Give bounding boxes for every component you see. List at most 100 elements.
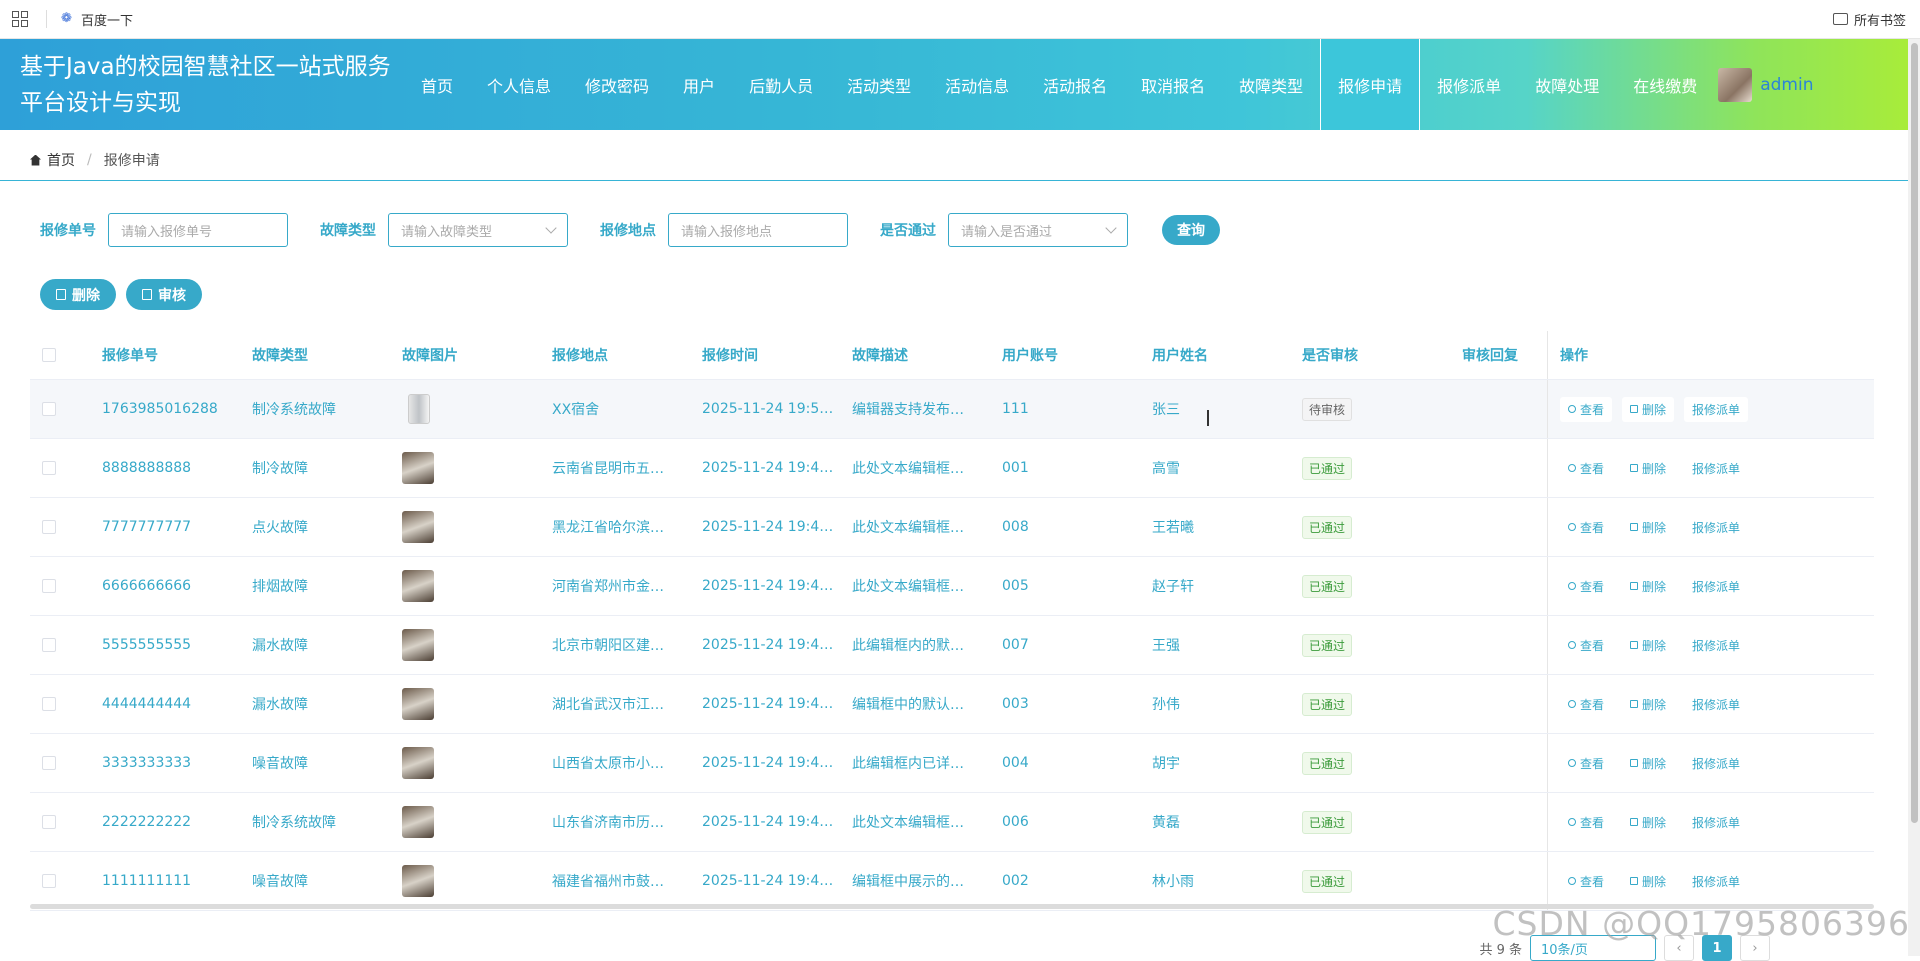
header-account: 用户账号 bbox=[1002, 348, 1058, 364]
fault-image[interactable] bbox=[402, 511, 434, 543]
dispatch-button[interactable]: 报修派单 bbox=[1684, 456, 1748, 481]
row-delete-button[interactable]: 删除 bbox=[1622, 396, 1675, 422]
row-checkbox[interactable] bbox=[42, 461, 56, 475]
table-row[interactable]: 2222222222 制冷系统故障 山东省济南市历… 2025-11-24 19:46… bbox=[30, 793, 1874, 852]
row-delete-button[interactable]: 删除 bbox=[1622, 692, 1674, 717]
dispatch-button[interactable]: 报修派单 bbox=[1684, 692, 1748, 717]
fault-image[interactable] bbox=[402, 452, 434, 484]
view-button[interactable]: 查看 bbox=[1560, 869, 1612, 894]
home-icon bbox=[30, 154, 41, 166]
nav-item[interactable]: 报修申请 bbox=[1320, 39, 1421, 130]
row-delete-button[interactable]: 删除 bbox=[1622, 456, 1674, 481]
cell-name: 王强 bbox=[1152, 638, 1180, 654]
table-row[interactable]: 5555555555 漏水故障 北京市朝阳区建… 2025-11-24 19:46:…… bbox=[30, 616, 1874, 675]
row-delete-button[interactable]: 删除 bbox=[1622, 810, 1674, 835]
nav-item[interactable]: 活动信息 bbox=[928, 39, 1026, 130]
fault-image[interactable] bbox=[402, 629, 434, 661]
dispatch-button[interactable]: 报修派单 bbox=[1684, 751, 1748, 776]
table-row[interactable]: 3333333333 噪音故障 山西省太原市小… 2025-11-24 19:46:…… bbox=[30, 734, 1874, 793]
table-row[interactable]: 1111111111 噪音故障 福建省福州市鼓… 2025-11-24 19:46:…… bbox=[30, 852, 1874, 911]
view-button[interactable]: 查看 bbox=[1560, 751, 1612, 776]
nav-item[interactable]: 后勤人员 bbox=[732, 39, 830, 130]
cell-account: 002 bbox=[1002, 873, 1029, 889]
nav-item[interactable]: 故障类型 bbox=[1222, 39, 1320, 130]
view-button[interactable]: 查看 bbox=[1560, 396, 1613, 422]
nav-item[interactable]: 个人信息 bbox=[470, 39, 568, 130]
view-button[interactable]: 查看 bbox=[1560, 810, 1612, 835]
row-delete-button[interactable]: 删除 bbox=[1622, 869, 1674, 894]
view-button[interactable]: 查看 bbox=[1560, 633, 1612, 658]
apps-grid-icon[interactable] bbox=[12, 11, 28, 27]
row-delete-button[interactable]: 删除 bbox=[1622, 515, 1674, 540]
dispatch-button[interactable]: 报修派单 bbox=[1684, 574, 1748, 599]
select-all-checkbox[interactable] bbox=[42, 348, 56, 362]
watermark: CSDN @QQ1795806396 bbox=[1492, 904, 1910, 943]
table-row[interactable]: 1763985016288 制冷系统故障 XX宿舍 2025-11-24 19:50:… bbox=[30, 380, 1874, 439]
nav-item[interactable]: 故障处理 bbox=[1518, 39, 1616, 130]
view-button[interactable]: 查看 bbox=[1560, 515, 1612, 540]
nav-item[interactable]: 取消报名 bbox=[1124, 39, 1222, 130]
fault-image[interactable] bbox=[402, 747, 434, 779]
audit-button[interactable]: 审核 bbox=[126, 279, 202, 310]
dispatch-button[interactable]: 报修派单 bbox=[1684, 869, 1748, 894]
divider bbox=[0, 180, 1908, 181]
avatar[interactable] bbox=[1718, 67, 1753, 102]
nav-item[interactable]: 报修派单 bbox=[1420, 39, 1518, 130]
nav-item[interactable]: 用户 bbox=[666, 39, 732, 130]
fault-image[interactable] bbox=[402, 806, 434, 838]
table-row[interactable]: 4444444444 漏水故障 湖北省武汉市江… 2025-11-24 19:46:…… bbox=[30, 675, 1874, 734]
cell-time: 2025-11-24 19:46:… bbox=[702, 873, 847, 889]
fault-image[interactable] bbox=[408, 394, 430, 424]
cell-type: 噪音故障 bbox=[252, 756, 308, 772]
bookmark-baidu[interactable]: ❁ 百度一下 bbox=[61, 10, 133, 29]
row-delete-button[interactable]: 删除 bbox=[1622, 574, 1674, 599]
view-button[interactable]: 查看 bbox=[1560, 692, 1612, 717]
all-bookmarks[interactable]: 所有书签 bbox=[1832, 10, 1906, 29]
dispatch-label: 报修派单 bbox=[1692, 697, 1741, 712]
table-row[interactable]: 8888888888 制冷故障 云南省昆明市五… 2025-11-24 19:46:…… bbox=[30, 439, 1874, 498]
view-button[interactable]: 查看 bbox=[1560, 456, 1612, 481]
type-select[interactable]: 请输入故障类型 bbox=[388, 213, 568, 247]
query-button[interactable]: 查询 bbox=[1162, 215, 1220, 245]
row-checkbox[interactable] bbox=[42, 520, 56, 534]
cell-desc: 此处文本编辑框… bbox=[852, 461, 964, 477]
row-checkbox[interactable] bbox=[42, 402, 56, 416]
order-input[interactable]: 请输入报修单号 bbox=[108, 213, 288, 247]
scrollbar-thumb[interactable] bbox=[1911, 43, 1918, 823]
dispatch-button[interactable]: 报修派单 bbox=[1684, 396, 1749, 422]
view-button[interactable]: 查看 bbox=[1560, 574, 1612, 599]
row-checkbox[interactable] bbox=[42, 874, 56, 888]
row-checkbox[interactable] bbox=[42, 756, 56, 770]
table-row[interactable]: 6666666666 排烟故障 河南省郑州市金… 2025-11-24 19:46:…… bbox=[30, 557, 1874, 616]
approved-select[interactable]: 请输入是否通过 bbox=[948, 213, 1128, 247]
row-checkbox[interactable] bbox=[42, 697, 56, 711]
row-checkbox[interactable] bbox=[42, 638, 56, 652]
page-scrollbar[interactable] bbox=[1908, 39, 1920, 956]
user-menu[interactable]: admin bbox=[1718, 67, 1814, 102]
table-row[interactable]: 7777777777 点火故障 黑龙江省哈尔滨… 2025-11-24 19:46:…… bbox=[30, 498, 1874, 557]
nav-item[interactable]: 活动报名 bbox=[1026, 39, 1124, 130]
row-delete-label: 删除 bbox=[1642, 461, 1667, 476]
location-input[interactable]: 请输入报修地点 bbox=[668, 213, 848, 247]
username[interactable]: admin bbox=[1760, 75, 1813, 95]
nav-item[interactable]: 首页 bbox=[404, 39, 470, 130]
row-checkbox[interactable] bbox=[42, 579, 56, 593]
row-delete-button[interactable]: 删除 bbox=[1622, 633, 1674, 658]
fault-image[interactable] bbox=[402, 570, 434, 602]
delete-button[interactable]: 删除 bbox=[40, 279, 116, 310]
cell-type: 漏水故障 bbox=[252, 697, 308, 713]
dispatch-button[interactable]: 报修派单 bbox=[1684, 810, 1748, 835]
row-delete-button[interactable]: 删除 bbox=[1622, 751, 1674, 776]
fault-image[interactable] bbox=[402, 865, 434, 897]
nav-item[interactable]: 在线缴费 bbox=[1616, 39, 1714, 130]
nav-item[interactable]: 修改密码 bbox=[568, 39, 666, 130]
row-checkbox[interactable] bbox=[42, 815, 56, 829]
breadcrumb-home[interactable]: 首页 bbox=[47, 150, 75, 170]
cell-desc: 此编辑框内已详… bbox=[852, 756, 964, 772]
cell-desc: 此处文本编辑框… bbox=[852, 579, 964, 595]
nav-item[interactable]: 活动类型 bbox=[830, 39, 928, 130]
fault-image[interactable] bbox=[402, 688, 434, 720]
dispatch-button[interactable]: 报修派单 bbox=[1684, 633, 1748, 658]
dispatch-button[interactable]: 报修派单 bbox=[1684, 515, 1748, 540]
view-label: 查看 bbox=[1580, 756, 1605, 771]
